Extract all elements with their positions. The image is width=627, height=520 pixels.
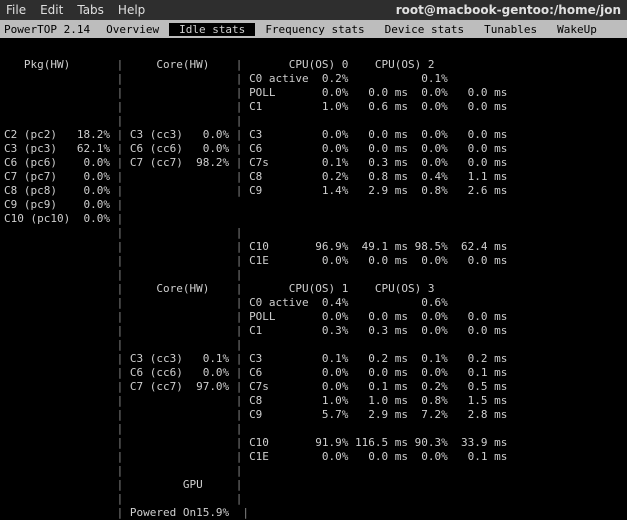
powertop-tabbar: PowerTOP 2.14 Overview Idle stats Freque… [0, 20, 627, 38]
tab-tunables[interactable]: Tunables [474, 23, 547, 36]
tab-wakeup[interactable]: WakeUp [547, 23, 607, 36]
tab-overview[interactable]: Overview [96, 23, 169, 36]
tab-frequency-stats[interactable]: Frequency stats [255, 23, 374, 36]
tab-device-stats[interactable]: Device stats [375, 23, 474, 36]
menu-help[interactable]: Help [118, 3, 145, 17]
terminal-output: Pkg(HW) | Core(HW) | CPU(OS) 0 CPU(OS) 2… [0, 38, 627, 520]
window-title: root@macbook-gentoo:/home/jon [396, 3, 621, 17]
app-name: PowerTOP 2.14 [0, 23, 96, 36]
window-titlebar: File Edit Tabs Help root@macbook-gentoo:… [0, 0, 627, 20]
menu-file[interactable]: File [6, 3, 26, 17]
tab-idle-stats[interactable]: Idle stats [169, 23, 255, 36]
window-menu: File Edit Tabs Help [6, 3, 145, 17]
menu-edit[interactable]: Edit [40, 3, 63, 17]
menu-tabs[interactable]: Tabs [77, 3, 104, 17]
